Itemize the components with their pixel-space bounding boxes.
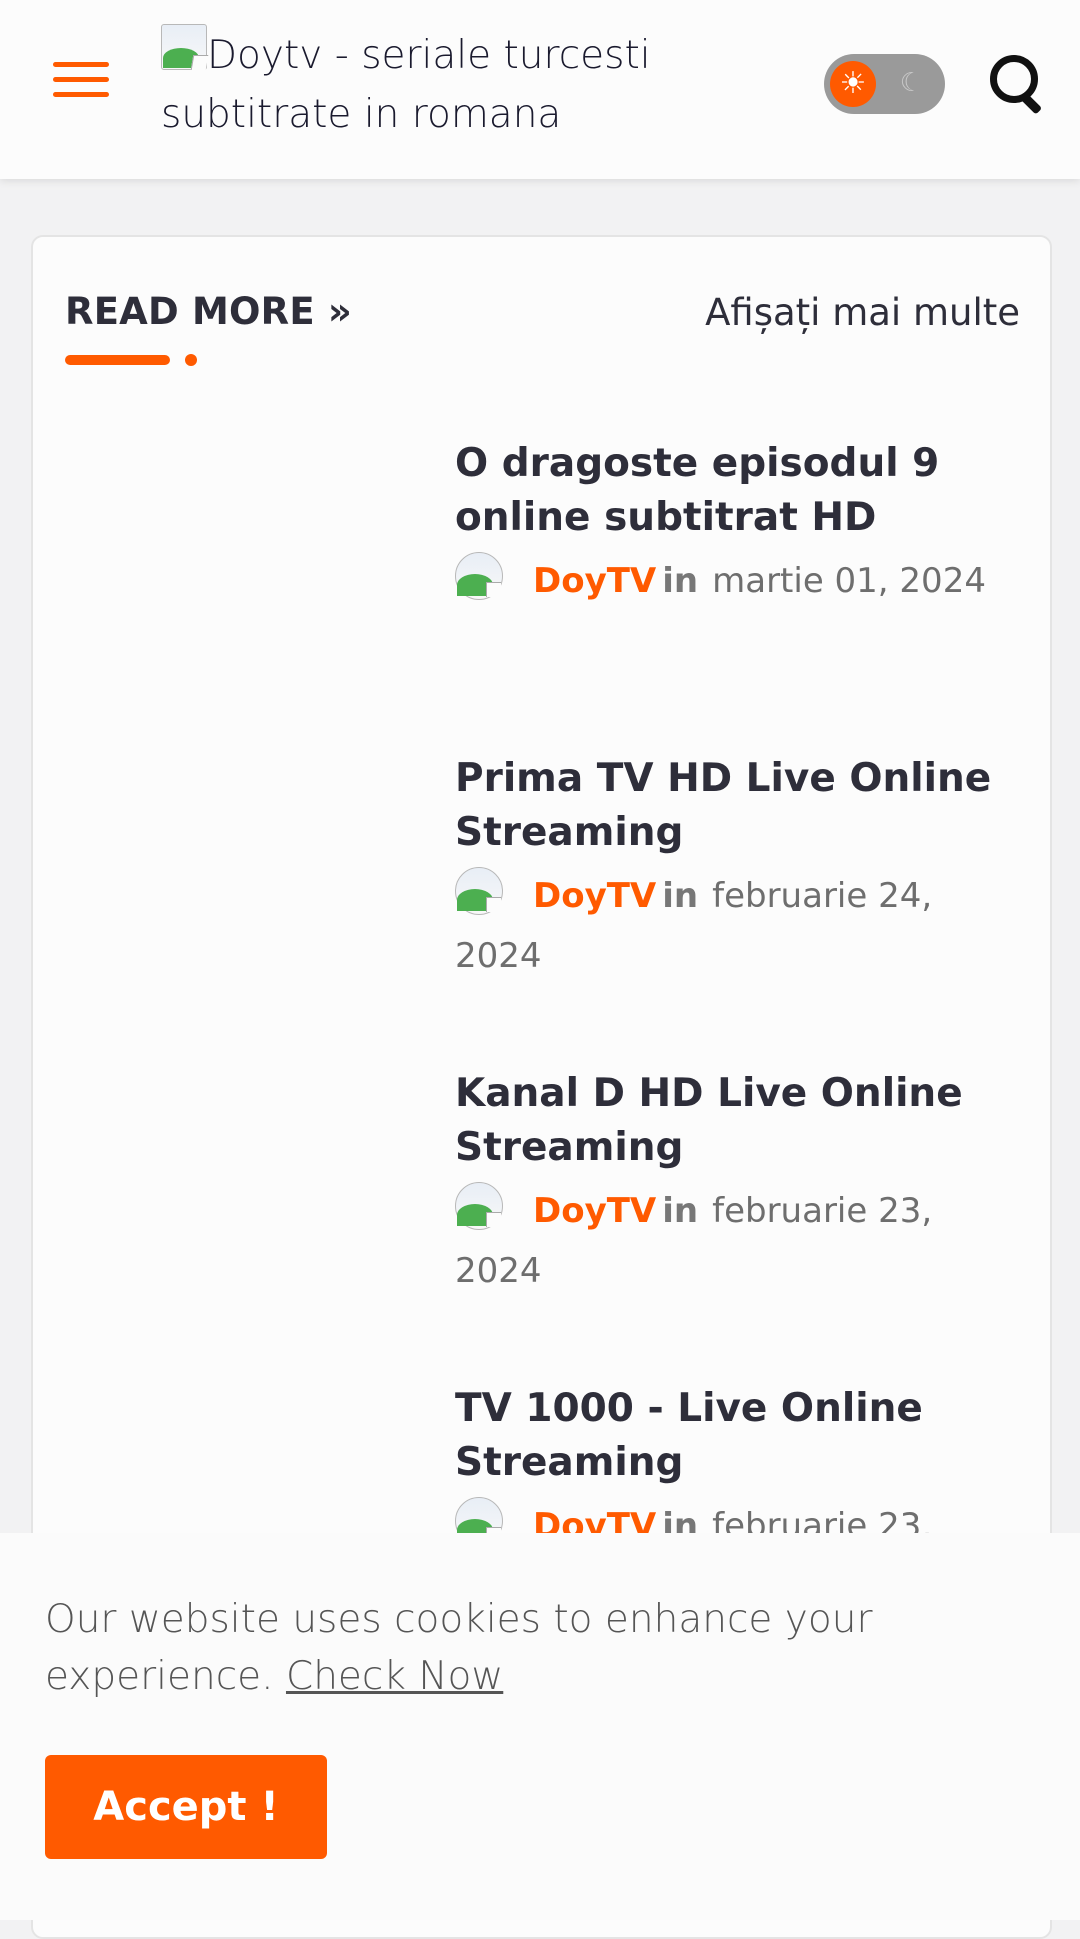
sun-icon: ☀ [830,61,876,107]
post-meta: DoyTV in martie 01, 2024 [455,551,995,611]
site-header: Doytv - seriale turcesti subtitrate in r… [0,0,1080,179]
post-in-label: in [662,561,699,601]
section-title: READ MORE » [65,290,353,333]
show-more-link[interactable]: Afișați mai multe [705,291,1020,334]
site-logo[interactable]: Doytv - seriale turcesti subtitrate in r… [161,24,681,144]
post-author[interactable]: DoyTV [533,1191,656,1231]
post-title[interactable]: Kanal D HD Live Online Streaming [455,1067,995,1175]
post-in-label: in [662,876,699,916]
post-author[interactable]: DoyTV [533,876,656,916]
post-meta: DoyTV in februarie 24, 2024 [455,866,995,986]
post-in-label: in [662,1191,699,1231]
title-underline [65,355,170,365]
post-date: martie 01, 2024 [712,561,986,601]
post-item: Prima TV HD Live Online Streaming DoyTV i… [455,752,995,986]
post-title[interactable]: TV 1000 - Live Online Streaming [455,1382,995,1490]
logo-alt-text: Doytv - seriale turcesti subtitrate in r… [161,33,651,137]
post-item: Kanal D HD Live Online Streaming DoyTV in… [455,1067,995,1301]
search-icon[interactable] [988,53,1048,115]
cookie-message: Our website uses cookies to enhance your… [45,1591,1025,1705]
post-author[interactable]: DoyTV [533,561,656,601]
post-meta: DoyTV in februarie 23, 2024 [455,1181,995,1301]
cookie-check-now-link[interactable]: Check Now [286,1654,503,1699]
accept-cookies-button[interactable]: Accept ! [45,1755,327,1859]
author-avatar-icon [455,867,503,915]
post-item: TV 1000 - Live Online Streaming DoyTV in f… [455,1382,995,1556]
post-item: O dragoste episodul 9 online subtitrat H… [455,437,995,611]
hamburger-menu-icon[interactable] [53,60,109,100]
author-avatar-icon [455,1182,503,1230]
theme-toggle[interactable]: ☀ ☾ [824,54,945,114]
post-title[interactable]: Prima TV HD Live Online Streaming [455,752,995,860]
author-avatar-icon [455,552,503,600]
cookie-banner: Our website uses cookies to enhance your… [0,1533,1080,1920]
title-underline-dot [185,354,197,366]
moon-icon: ☾ [899,68,923,98]
post-title[interactable]: O dragoste episodul 9 online subtitrat H… [455,437,995,545]
broken-image-icon [161,24,209,70]
